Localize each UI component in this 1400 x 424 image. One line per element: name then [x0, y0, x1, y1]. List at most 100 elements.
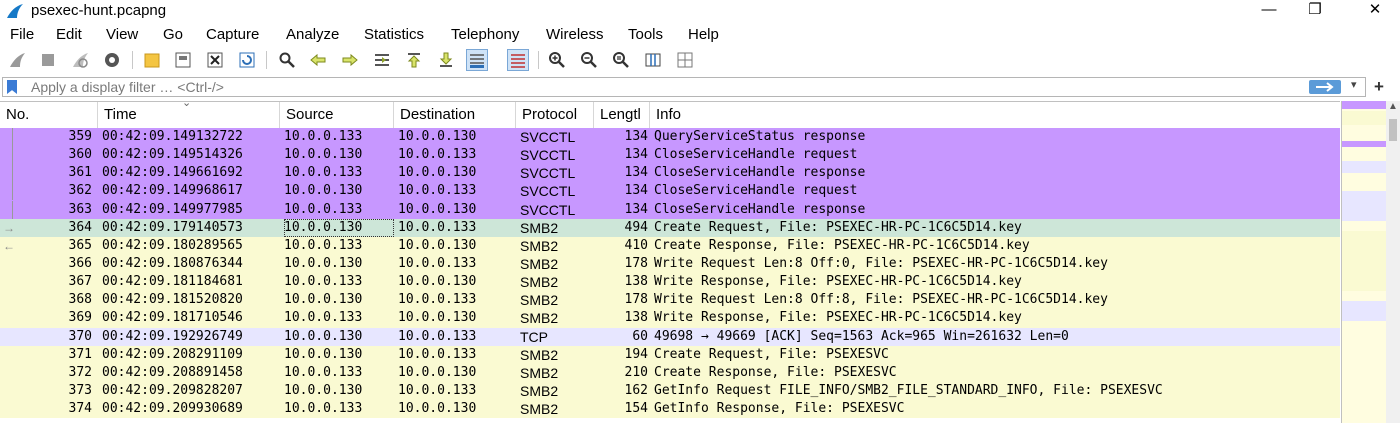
- autoscroll-icon[interactable]: [466, 49, 488, 71]
- packet-row[interactable]: 370 00:42:09.192926749 10.0.0.130 10.0.0.13…: [0, 327, 1340, 346]
- packet-source: 10.0.0.133: [284, 274, 363, 290]
- menu-telephony[interactable]: Telephony: [451, 26, 519, 43]
- zoom-in-icon[interactable]: [546, 49, 568, 71]
- packet-protocol: SMB2: [520, 292, 559, 309]
- save-file-icon[interactable]: [172, 49, 194, 71]
- menu-tools[interactable]: Tools: [628, 26, 663, 43]
- apply-filter-button[interactable]: [1309, 80, 1341, 94]
- packet-row[interactable]: 365 00:42:09.180289565 10.0.0.133 10.0.0.13…: [0, 236, 1340, 255]
- main-toolbar: [0, 47, 1400, 73]
- go-back-icon[interactable]: [307, 49, 329, 71]
- column-header-no[interactable]: No.: [0, 102, 98, 128]
- open-file-icon[interactable]: [141, 49, 163, 71]
- scrollbar-thumb[interactable]: [1389, 119, 1397, 141]
- menu-capture[interactable]: Capture: [206, 26, 259, 43]
- menu-go[interactable]: Go: [163, 26, 183, 43]
- close-button[interactable]: ✕: [1352, 0, 1398, 22]
- minimize-button[interactable]: —: [1246, 0, 1292, 22]
- menu-statistics[interactable]: Statistics: [364, 26, 424, 43]
- menu-edit[interactable]: Edit: [56, 26, 82, 43]
- packet-row[interactable]: 362 00:42:09.149968617 10.0.0.130 10.0.0.13…: [0, 182, 1340, 201]
- packet-row[interactable]: 363 00:42:09.149977985 10.0.0.133 10.0.0.13…: [0, 200, 1340, 219]
- packet-time: 00:42:09.180876344: [102, 255, 243, 271]
- packet-info: Create Response, File: PSEXESVC: [654, 364, 897, 380]
- packet-time: 00:42:09.180289565: [102, 237, 243, 253]
- restore-button[interactable]: ❐: [1292, 0, 1338, 22]
- packet-source: 10.0.0.133: [284, 201, 363, 217]
- display-filter-bar: ▾: [2, 77, 1366, 97]
- packet-protocol: SVCCTL: [520, 165, 576, 182]
- zoom-out-icon[interactable]: [578, 49, 600, 71]
- expand-subtrees-icon[interactable]: [674, 49, 696, 71]
- reload-file-icon[interactable]: [236, 49, 258, 71]
- packet-row[interactable]: 361 00:42:09.149661692 10.0.0.133 10.0.0.13…: [0, 164, 1340, 183]
- packet-row[interactable]: 367 00:42:09.181184681 10.0.0.133 10.0.0.13…: [0, 273, 1340, 292]
- packet-time: 00:42:09.149661692: [102, 165, 243, 181]
- menu-file[interactable]: File: [10, 26, 34, 43]
- add-filter-button-icon[interactable]: +: [1374, 77, 1384, 97]
- packet-row[interactable]: 372 00:42:09.208891458 10.0.0.133 10.0.0.13…: [0, 363, 1340, 382]
- toolbar-separator: [538, 51, 539, 69]
- packet-info: Write Response, File: PSEXEC-HR-PC-1C6C5…: [654, 310, 1022, 326]
- window-title: psexec-hunt.pcapng: [31, 2, 167, 19]
- packet-protocol: SMB2: [520, 219, 559, 236]
- find-packet-icon[interactable]: [276, 49, 298, 71]
- packet-row[interactable]: 364 00:42:09.179140573 10.0.0.130 10.0.0.13…: [0, 218, 1340, 237]
- packet-info: Create Response, File: PSEXEC-HR-PC-1C6C…: [654, 237, 1030, 253]
- packet-row[interactable]: 366 00:42:09.180876344 10.0.0.130 10.0.0.13…: [0, 254, 1340, 274]
- column-header-destination[interactable]: Destination: [394, 102, 516, 128]
- column-header-length[interactable]: Lengtl: [594, 102, 650, 128]
- menu-wireless[interactable]: Wireless: [546, 26, 604, 43]
- go-first-icon[interactable]: [403, 49, 425, 71]
- vertical-scrollbar[interactable]: ▲: [1386, 101, 1400, 423]
- packet-protocol: SMB2: [520, 401, 559, 418]
- packet-no: 366: [68, 255, 92, 271]
- packet-no: 363: [68, 201, 92, 217]
- stop-capture-icon[interactable]: [37, 49, 59, 71]
- menu-analyze[interactable]: Analyze: [286, 26, 339, 43]
- packet-row[interactable]: 359 00:42:09.149132722 10.0.0.133 10.0.0.13…: [0, 128, 1340, 147]
- colorize-icon[interactable]: [507, 49, 529, 71]
- packet-row[interactable]: 373 00:42:09.209828207 10.0.0.130 10.0.0.13…: [0, 381, 1340, 401]
- packet-row[interactable]: 360 00:42:09.149514326 10.0.0.130 10.0.0.13…: [0, 146, 1340, 165]
- packet-source: 10.0.0.130: [284, 218, 394, 237]
- column-header-protocol[interactable]: Protocol: [516, 102, 594, 128]
- column-header-info[interactable]: Info: [650, 102, 1340, 128]
- packet-row[interactable]: 371 00:42:09.208291109 10.0.0.130 10.0.0.13…: [0, 345, 1340, 364]
- packet-source: 10.0.0.133: [284, 165, 363, 181]
- normal-size-icon[interactable]: [610, 49, 632, 71]
- go-forward-icon[interactable]: [339, 49, 361, 71]
- packet-row[interactable]: 369 00:42:09.181710546 10.0.0.133 10.0.0.13…: [0, 309, 1340, 328]
- packet-row[interactable]: 368 00:42:09.181520820 10.0.0.130 10.0.0.13…: [0, 291, 1340, 310]
- filter-history-dropdown-icon[interactable]: ▾: [1351, 78, 1357, 91]
- packet-no: 372: [68, 364, 92, 380]
- packet-minimap[interactable]: [1341, 101, 1387, 423]
- packet-info: CloseServiceHandle request: [654, 147, 858, 163]
- menu-view[interactable]: View: [106, 26, 138, 43]
- scroll-up-icon[interactable]: ▲: [1388, 101, 1398, 112]
- menu-help[interactable]: Help: [688, 26, 719, 43]
- resize-columns-icon[interactable]: [642, 49, 664, 71]
- capture-options-icon[interactable]: [101, 49, 123, 71]
- column-header-source[interactable]: Source: [280, 102, 394, 128]
- packet-source: 10.0.0.130: [284, 328, 363, 344]
- packet-row[interactable]: 374 00:42:09.209930689 10.0.0.133 10.0.0.13…: [0, 400, 1340, 419]
- packet-destination: 10.0.0.130: [398, 274, 477, 290]
- go-to-packet-icon[interactable]: [371, 49, 393, 71]
- go-last-icon[interactable]: [435, 49, 457, 71]
- display-filter-input[interactable]: [31, 78, 1291, 96]
- packet-destination: 10.0.0.133: [398, 183, 477, 199]
- packet-destination: 10.0.0.133: [398, 346, 477, 362]
- packet-info: 49698 → 49669 [ACK] Seq=1563 Ack=965 Win…: [654, 328, 1069, 344]
- packet-protocol: SMB2: [520, 237, 559, 254]
- packet-source: 10.0.0.133: [284, 129, 363, 144]
- start-capture-icon[interactable]: [6, 49, 28, 71]
- related-conversation-line: [12, 146, 13, 165]
- restart-capture-icon[interactable]: [69, 49, 91, 71]
- close-file-icon[interactable]: [204, 49, 226, 71]
- packet-info: QueryServiceStatus response: [654, 129, 866, 144]
- packet-source: 10.0.0.130: [284, 382, 363, 398]
- packet-list-header: No. Time ⌄ Source Destination Protocol L…: [0, 102, 1340, 129]
- filter-bookmark-icon[interactable]: [7, 80, 17, 94]
- packet-no: 371: [68, 346, 92, 362]
